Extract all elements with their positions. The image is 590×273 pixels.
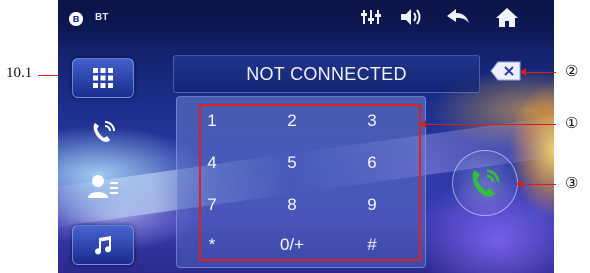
- call-log-button[interactable]: [72, 112, 134, 152]
- contacts-icon: [88, 175, 118, 198]
- home-icon[interactable]: [494, 5, 520, 29]
- music-note-icon: [95, 236, 112, 255]
- bluetooth-label: BT: [95, 12, 109, 23]
- back-icon[interactable]: [444, 5, 472, 29]
- annotation-line-2: [522, 72, 556, 73]
- annotation-label-1: ①: [565, 116, 579, 132]
- call-button[interactable]: [452, 150, 518, 216]
- backspace-icon[interactable]: [490, 61, 522, 81]
- connection-status-display: NOT CONNECTED: [173, 55, 480, 93]
- annotation-label-10-1: 10.1: [6, 65, 33, 81]
- phone-log-icon: [93, 121, 115, 142]
- annotation-label-2: ②: [565, 64, 579, 80]
- keypad-highlight-box: [199, 104, 421, 261]
- annotation-label-3: ③: [565, 176, 579, 192]
- equalizer-icon[interactable]: [360, 5, 382, 29]
- bluetooth-icon: ʙ: [69, 12, 83, 26]
- bt-music-button[interactable]: [72, 225, 134, 265]
- grid-icon: [93, 68, 113, 88]
- volume-icon[interactable]: [398, 5, 424, 29]
- annotation-arrow-3: [516, 180, 522, 188]
- annotation-line-3: [518, 184, 556, 185]
- annotation-arrow-1: [420, 120, 426, 128]
- dial-pad-button[interactable]: [72, 58, 134, 98]
- contacts-button[interactable]: [72, 166, 134, 206]
- status-bar: ʙ BT: [58, 0, 554, 42]
- annotation-line-1: [422, 124, 556, 125]
- phone-call-icon: [472, 169, 500, 197]
- annotation-arrow-2: [520, 68, 526, 76]
